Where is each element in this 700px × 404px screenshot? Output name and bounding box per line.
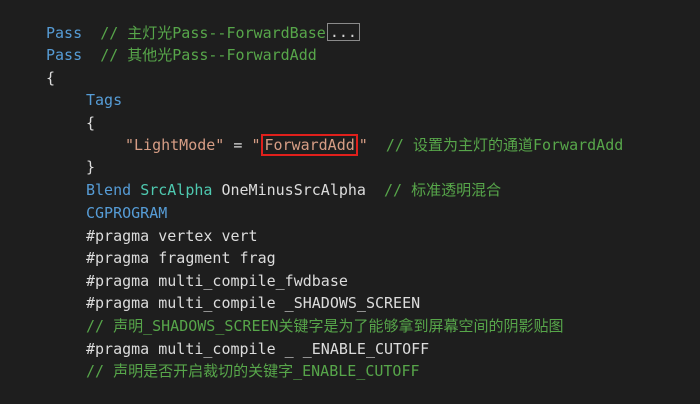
comment: // 设置为主灯的通道ForwardAdd <box>385 136 624 154</box>
code-line-12: #pragma multi_compile_fwdbase <box>86 270 348 292</box>
keyword-tags: Tags <box>86 91 123 109</box>
pragma-directive: #pragma multi_compile _ _ENABLE_CUTOFF <box>86 340 430 358</box>
open-brace: { <box>86 114 96 132</box>
code-line-3: { <box>46 67 55 89</box>
blend-dst-factor: OneMinusSrcAlpha <box>221 181 366 199</box>
pragma-directive: #pragma vertex vert <box>86 227 258 245</box>
code-line-1: Pass // 主灯光Pass--ForwardBase... <box>46 22 360 44</box>
keyword-cgprogram: CGPROGRAM <box>86 204 168 222</box>
code-line-16: // 声明是否开启裁切的关键字_ENABLE_CUTOFF <box>86 360 420 382</box>
keyword-blend: Blend <box>86 181 132 199</box>
collapsed-region-button[interactable]: ... <box>326 23 360 41</box>
pragma-directive: #pragma multi_compile _SHADOWS_SCREEN <box>86 294 421 312</box>
code-line-11: #pragma fragment frag <box>86 247 276 269</box>
code-line-5: { <box>86 112 95 134</box>
comment: // 声明是否开启裁切的关键字_ENABLE_CUTOFF <box>86 362 420 380</box>
pragma-directive: #pragma multi_compile_fwdbase <box>86 272 348 290</box>
code-line-4: Tags <box>86 89 122 111</box>
quote-close: " <box>358 136 368 154</box>
keyword-pass: Pass <box>46 46 83 64</box>
comment: // 标准透明混合 <box>384 181 502 199</box>
code-line-13: #pragma multi_compile _SHADOWS_SCREEN <box>86 292 420 314</box>
comment: // 声明_SHADOWS_SCREEN关键字是为了能够拿到屏幕空间的阴影贴图 <box>86 317 564 335</box>
equals-operator: = <box>224 136 252 154</box>
code-line-7: } <box>86 156 95 178</box>
quote-open: " <box>251 136 261 154</box>
open-brace: { <box>46 69 56 87</box>
pragma-directive: #pragma fragment frag <box>86 249 276 267</box>
comment: // 其他光Pass--ForwardAdd <box>100 46 317 64</box>
code-line-8: Blend SrcAlpha OneMinusSrcAlpha // 标准透明混… <box>86 179 501 201</box>
code-line-6: "LightMode" = " ForwardAdd " // 设置为主灯的通道Fo… <box>125 134 623 156</box>
lightmode-key-string: "LightMode" <box>125 136 225 154</box>
blend-src-factor: SrcAlpha <box>140 181 213 199</box>
code-line-2: Pass // 其他光Pass--ForwardAdd <box>46 44 317 66</box>
close-brace: } <box>86 158 96 176</box>
forwardadd-highlight: ForwardAdd <box>261 134 358 156</box>
keyword-pass: Pass <box>46 24 83 42</box>
code-line-9: CGPROGRAM <box>86 202 167 224</box>
code-editor[interactable]: Pass // 主灯光Pass--ForwardBase... Pass // … <box>0 0 700 404</box>
code-line-14: // 声明_SHADOWS_SCREEN关键字是为了能够拿到屏幕空间的阴影贴图 <box>86 315 564 337</box>
code-line-15: #pragma multi_compile _ _ENABLE_CUTOFF <box>86 338 429 360</box>
code-line-10: #pragma vertex vert <box>86 225 258 247</box>
comment: // 主灯光Pass--ForwardBase <box>100 24 326 42</box>
